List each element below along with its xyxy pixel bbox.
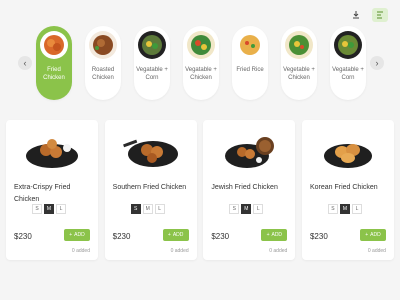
product-card[interactable]: Korean Fried Chicken S M L $230 + ADD 0 a… [301, 120, 394, 260]
vegetable-corn-image [333, 30, 363, 60]
product-card[interactable]: Jewish Fried Chicken S M L $230 + ADD 0 a… [203, 120, 296, 260]
category-label: Vegatable + Corn [136, 67, 168, 81]
size-option[interactable]: M [339, 204, 350, 214]
size-option[interactable]: L [351, 204, 362, 214]
category-item-roasted-chicken[interactable]: Roasted Chicken [85, 26, 121, 100]
add-label: ADD [172, 232, 184, 238]
plus-icon: + [266, 232, 270, 238]
category-label: Roasted Chicken [91, 67, 115, 81]
size-selector: S M L [32, 204, 66, 214]
vegetable-corn-image [137, 30, 167, 60]
product-card[interactable]: Southern Fried Chicken S M L $230 + ADD 0… [104, 120, 197, 260]
category-item-fried-rice[interactable]: Fried Rice [232, 26, 268, 100]
size-option[interactable]: L [253, 204, 264, 214]
size-option[interactable]: S [32, 204, 42, 214]
product-price: $230 [14, 232, 32, 241]
chevron-left-icon[interactable]: ‹ [18, 56, 32, 70]
size-selector: S M L [229, 204, 264, 214]
product-grid: Extra-Crispy Fried Chicken S M L $230 + A… [6, 120, 394, 260]
category-label: Vegatable + Corn [332, 67, 364, 81]
category-item-vegetable-chicken-2[interactable]: Vegetable + Chicken [281, 26, 317, 100]
plus-icon: + [69, 232, 73, 238]
size-option[interactable]: L [56, 204, 66, 214]
category-item-vegetable-corn[interactable]: Vegatable + Corn [134, 26, 170, 100]
category-label: Fried Chicken [43, 67, 65, 81]
vegetable-chicken-image [284, 30, 314, 60]
size-option[interactable]: M [241, 204, 252, 214]
category-item-vegetable-corn-2[interactable]: Vegatable + Corn [330, 26, 366, 100]
product-image [318, 128, 378, 172]
product-image [121, 128, 181, 172]
size-option[interactable]: M [44, 204, 54, 214]
size-option[interactable]: S [130, 204, 141, 214]
category-item-fried-chicken[interactable]: Fried Chicken [36, 26, 72, 100]
size-option[interactable]: M [142, 204, 153, 214]
product-name: Southern Fried Chicken [112, 184, 187, 191]
vegetable-chicken-image [186, 30, 216, 60]
menu-icon[interactable] [372, 8, 388, 22]
size-option[interactable]: S [327, 204, 338, 214]
category-strip: ‹ Fried Chicken Roasted Chicken Vegatabl… [18, 26, 384, 100]
size-option[interactable]: L [154, 204, 165, 214]
category-label: Vegatable + Chicken [185, 67, 217, 81]
add-label: ADD [370, 232, 381, 238]
product-image [22, 128, 82, 172]
roasted-chicken-image [88, 30, 118, 60]
add-label: ADD [271, 232, 283, 238]
download-icon[interactable] [348, 8, 364, 22]
added-count: 0 added [71, 248, 90, 254]
plus-icon: + [365, 232, 369, 238]
product-name: Extra-Crispy Fried Chicken [14, 184, 71, 203]
product-image [219, 128, 279, 172]
added-count: 0 added [269, 248, 288, 254]
category-item-vegetable-chicken[interactable]: Vegatable + Chicken [183, 26, 219, 100]
add-button[interactable]: + ADD [261, 229, 288, 241]
add-button[interactable]: + ADD [162, 229, 189, 241]
plus-icon: + [167, 232, 171, 238]
header-actions [348, 8, 388, 22]
fried-chicken-image [39, 30, 69, 60]
product-card[interactable]: Extra-Crispy Fried Chicken S M L $230 + A… [6, 120, 98, 260]
add-label: ADD [74, 232, 85, 238]
size-option[interactable]: S [229, 204, 240, 214]
product-price: $230 [211, 232, 230, 241]
add-button[interactable]: + ADD [64, 229, 90, 241]
product-price: $230 [112, 232, 131, 241]
added-count: 0 added [367, 248, 386, 254]
category-list: Fried Chicken Roasted Chicken Vegatable … [32, 26, 370, 100]
added-count: 0 added [170, 248, 189, 254]
size-selector: S M L [130, 204, 165, 214]
product-name: Jewish Fried Chicken [211, 184, 278, 191]
category-label: Fried Rice [236, 67, 264, 73]
fried-rice-image [235, 30, 265, 60]
add-button[interactable]: + ADD [359, 229, 386, 241]
product-price: $230 [309, 232, 328, 241]
category-label: Vegetable + Chicken [283, 67, 315, 81]
product-name: Korean Fried Chicken [309, 184, 378, 191]
chevron-right-icon[interactable]: › [370, 56, 384, 70]
size-selector: S M L [327, 204, 362, 214]
